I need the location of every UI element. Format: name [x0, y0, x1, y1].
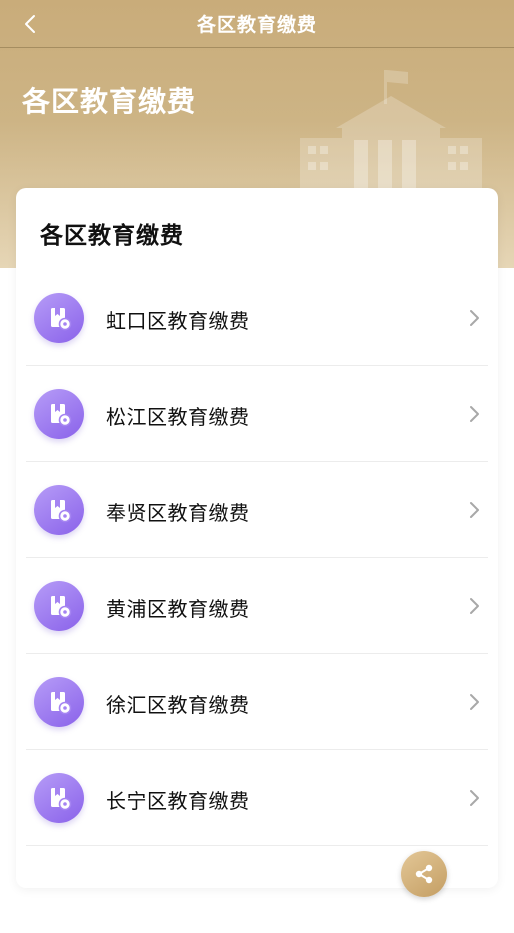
list-item-label: 黄浦区教育缴费	[106, 597, 250, 621]
list-item[interactable]: 黄浦区教育缴费	[26, 558, 488, 654]
chevron-right-icon	[470, 790, 479, 806]
hero-title: 各区教育缴费	[22, 85, 197, 118]
list-item-label: 长宁区教育缴费	[106, 789, 250, 813]
payment-book-icon	[34, 485, 84, 535]
navigation-bar: 各区教育缴费	[0, 0, 514, 48]
list-item[interactable]: 徐汇区教育缴费	[26, 654, 488, 750]
list-item[interactable]: 虹口区教育缴费	[26, 270, 488, 366]
payment-book-icon	[34, 581, 84, 631]
share-button[interactable]	[401, 851, 447, 897]
share-icon	[415, 864, 433, 884]
district-list: 虹口区教育缴费 松江区教育缴费 奉贤区教育缴费 黄浦区教育缴费 徐汇区教育缴费 …	[26, 270, 488, 846]
list-item[interactable]: 长宁区教育缴费	[26, 750, 488, 846]
chevron-right-icon	[470, 694, 479, 710]
payment-book-icon	[34, 773, 84, 823]
payment-book-icon	[34, 677, 84, 727]
chevron-right-icon	[470, 598, 479, 614]
payment-book-icon	[34, 293, 84, 343]
chevron-right-icon	[470, 310, 479, 326]
list-item-label: 徐汇区教育缴费	[106, 693, 250, 717]
payment-book-icon	[34, 389, 84, 439]
school-building-icon	[300, 70, 482, 196]
district-payment-card: 各区教育缴费 虹口区教育缴费 松江区教育缴费 奉贤区教育缴费 黄浦区教育缴费 徐…	[16, 188, 498, 888]
list-item[interactable]: 奉贤区教育缴费	[26, 462, 488, 558]
list-item-label: 奉贤区教育缴费	[106, 501, 250, 525]
list-item-label: 虹口区教育缴费	[106, 309, 250, 333]
card-title: 各区教育缴费	[40, 223, 184, 249]
nav-title: 各区教育缴费	[196, 14, 317, 36]
chevron-right-icon	[470, 406, 479, 422]
list-item-label: 松江区教育缴费	[106, 405, 250, 429]
list-item[interactable]: 松江区教育缴费	[26, 366, 488, 462]
chevron-right-icon	[470, 502, 479, 518]
